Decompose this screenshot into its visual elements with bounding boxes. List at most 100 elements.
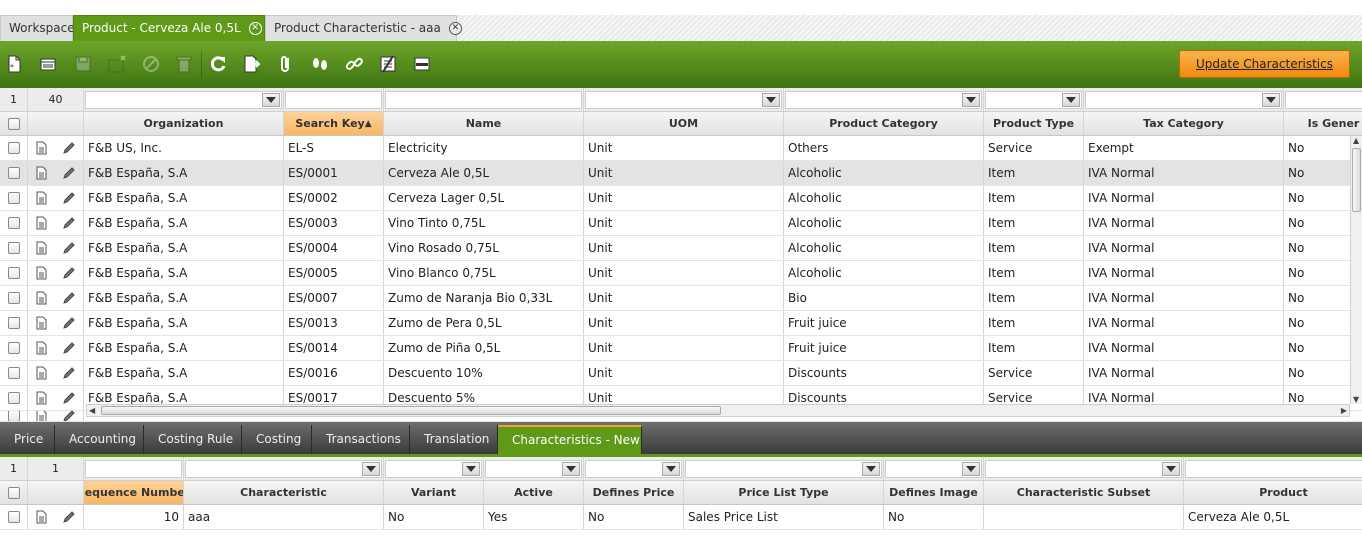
open-record-cell[interactable] — [28, 336, 54, 360]
select-all-checkbox[interactable] — [7, 117, 20, 130]
filter-input[interactable] — [85, 459, 182, 478]
filter-input[interactable] — [685, 459, 882, 478]
save-button[interactable] — [70, 51, 96, 77]
row-checkbox[interactable] — [7, 342, 20, 354]
column-header[interactable]: Product Category — [784, 112, 984, 135]
select-all-checkbox[interactable] — [7, 486, 20, 499]
document-icon[interactable] — [34, 510, 48, 524]
row-checkbox[interactable] — [7, 142, 20, 154]
document-icon[interactable] — [34, 341, 48, 355]
row-checkbox[interactable] — [7, 267, 20, 279]
row-checkbox[interactable] — [7, 317, 20, 329]
chevron-down-icon[interactable] — [462, 461, 480, 476]
column-header[interactable]: UOM — [584, 112, 784, 135]
open-record-cell[interactable] — [28, 136, 54, 160]
open-record-cell[interactable] — [28, 211, 54, 235]
chevron-down-icon[interactable] — [362, 461, 380, 476]
update-characteristics-button[interactable]: Update Characteristics — [1179, 50, 1350, 78]
document-icon[interactable] — [34, 166, 48, 180]
edit-record-cell[interactable] — [54, 336, 84, 360]
column-header[interactable]: Sequence Number — [84, 481, 184, 504]
filter-input[interactable] — [85, 90, 282, 109]
delete-row-button[interactable] — [104, 51, 130, 77]
chevron-down-icon[interactable] — [662, 461, 680, 476]
tab-product[interactable]: Product - Cerveza Ale 0,5L ✕ — [73, 15, 265, 41]
pencil-icon[interactable] — [62, 291, 76, 305]
document-icon[interactable] — [34, 291, 48, 305]
row-checkbox[interactable] — [7, 167, 20, 179]
chevron-down-icon[interactable] — [1262, 92, 1280, 107]
chevron-down-icon[interactable] — [962, 92, 980, 107]
filter-input[interactable] — [1285, 90, 1362, 109]
pencil-icon[interactable] — [62, 141, 76, 155]
horizontal-scrollbar[interactable]: ◀ ▶ — [86, 404, 1350, 417]
table-row[interactable]: F&B España, S.A ES/0013 Zumo de Pera 0,5L U… — [0, 311, 1362, 336]
open-record-cell[interactable] — [28, 186, 54, 210]
row-checkbox[interactable] — [7, 392, 20, 404]
filter-input[interactable] — [885, 459, 982, 478]
edit-record-cell[interactable] — [54, 136, 84, 160]
chevron-down-icon[interactable] — [762, 92, 780, 107]
table-row[interactable]: F&B España, S.A ES/0001 Cerveza Ale 0,5L Un… — [0, 161, 1362, 186]
open-record-cell[interactable] — [28, 386, 54, 410]
refresh-button[interactable] — [205, 51, 231, 77]
column-header[interactable]: Organization — [84, 112, 284, 135]
document-icon[interactable] — [34, 366, 48, 380]
table-row[interactable]: F&B España, S.A ES/0014 Zumo de Piña 0,5L U… — [0, 336, 1362, 361]
close-tab-icon[interactable]: ✕ — [448, 22, 462, 35]
pencil-icon[interactable] — [62, 341, 76, 355]
document-icon[interactable] — [34, 266, 48, 280]
column-header[interactable]: Variant — [384, 481, 484, 504]
row-checkbox[interactable] — [7, 367, 20, 379]
audit-trail-button[interactable] — [307, 51, 333, 77]
filter-input[interactable] — [985, 459, 1182, 478]
table-row[interactable]: 10 aaa No Yes No Sales Price List No Cerveza Al… — [0, 505, 1362, 530]
filter-input[interactable] — [485, 459, 582, 478]
column-header[interactable]: Characteristic Subset — [984, 481, 1184, 504]
chevron-down-icon[interactable] — [562, 461, 580, 476]
edit-record-cell[interactable] — [54, 211, 84, 235]
edit-record-cell[interactable] — [54, 161, 84, 185]
column-header[interactable]: Price List Type — [684, 481, 884, 504]
pencil-icon[interactable] — [62, 316, 76, 330]
filter-input[interactable] — [285, 90, 382, 109]
document-icon[interactable] — [34, 191, 48, 205]
sub-tab[interactable]: Translation — [410, 425, 498, 454]
scrollbar-thumb[interactable] — [1352, 148, 1361, 212]
column-header[interactable]: Search Key ▲ — [284, 112, 384, 135]
column-header[interactable]: Characteristic — [184, 481, 384, 504]
edit-record-cell[interactable] — [54, 411, 84, 421]
chevron-down-icon[interactable] — [1062, 92, 1080, 107]
chevron-down-icon[interactable] — [262, 92, 280, 107]
document-icon[interactable] — [34, 391, 48, 405]
sub-tab[interactable]: Costing Rule — [144, 425, 242, 454]
edit-record-cell[interactable] — [54, 505, 84, 529]
sub-tab[interactable]: Characteristics - New — [498, 425, 642, 454]
row-checkbox[interactable] — [7, 242, 20, 254]
open-record-cell[interactable] — [28, 261, 54, 285]
edit-record-cell[interactable] — [54, 361, 84, 385]
close-tab-icon[interactable]: ✕ — [248, 22, 262, 35]
table-row[interactable]: F&B US, Inc. EL-S Electricity Unit Others Ser… — [0, 136, 1362, 161]
column-header[interactable]: Product Type — [984, 112, 1084, 135]
open-record-cell[interactable] — [28, 161, 54, 185]
filter-input[interactable] — [785, 90, 982, 109]
table-row[interactable]: F&B España, S.A ES/0007 Zumo de Naranja Bi… — [0, 286, 1362, 311]
pencil-icon[interactable] — [62, 191, 76, 205]
pencil-icon[interactable] — [62, 241, 76, 255]
open-record-cell[interactable] — [28, 311, 54, 335]
attachment-button[interactable] — [273, 51, 299, 77]
export-button[interactable] — [239, 51, 265, 77]
table-row[interactable]: F&B España, S.A ES/0003 Vino Tinto 0,75L Un… — [0, 211, 1362, 236]
edit-record-cell[interactable] — [54, 186, 84, 210]
open-record-cell[interactable] — [28, 505, 54, 529]
document-icon[interactable] — [34, 241, 48, 255]
pencil-icon[interactable] — [62, 391, 76, 405]
filter-input[interactable] — [585, 459, 682, 478]
open-record-cell[interactable] — [28, 236, 54, 260]
scroll-left-icon[interactable]: ◀ — [89, 406, 95, 415]
tab-workspace[interactable]: Workspace — [0, 15, 75, 41]
sub-tab[interactable]: Costing — [242, 425, 312, 454]
column-header[interactable]: Defines Price — [584, 481, 684, 504]
undo-button[interactable] — [138, 51, 164, 77]
